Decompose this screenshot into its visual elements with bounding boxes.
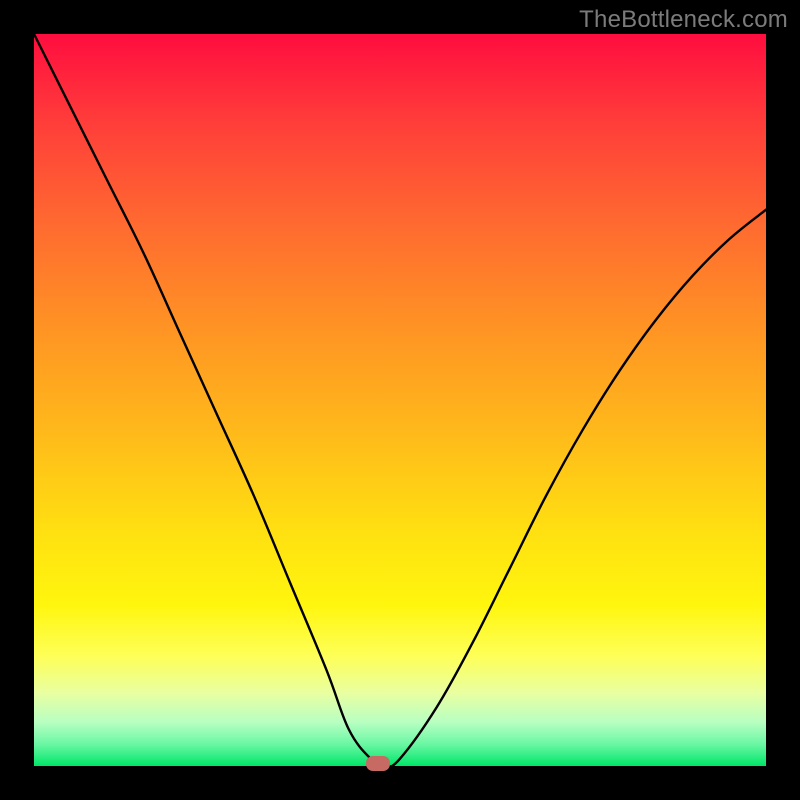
plot-area (34, 34, 766, 766)
optimal-point-marker (366, 756, 390, 771)
chart-frame: TheBottleneck.com (0, 0, 800, 800)
watermark-text: TheBottleneck.com (579, 6, 788, 34)
bottleneck-curve (34, 34, 766, 766)
